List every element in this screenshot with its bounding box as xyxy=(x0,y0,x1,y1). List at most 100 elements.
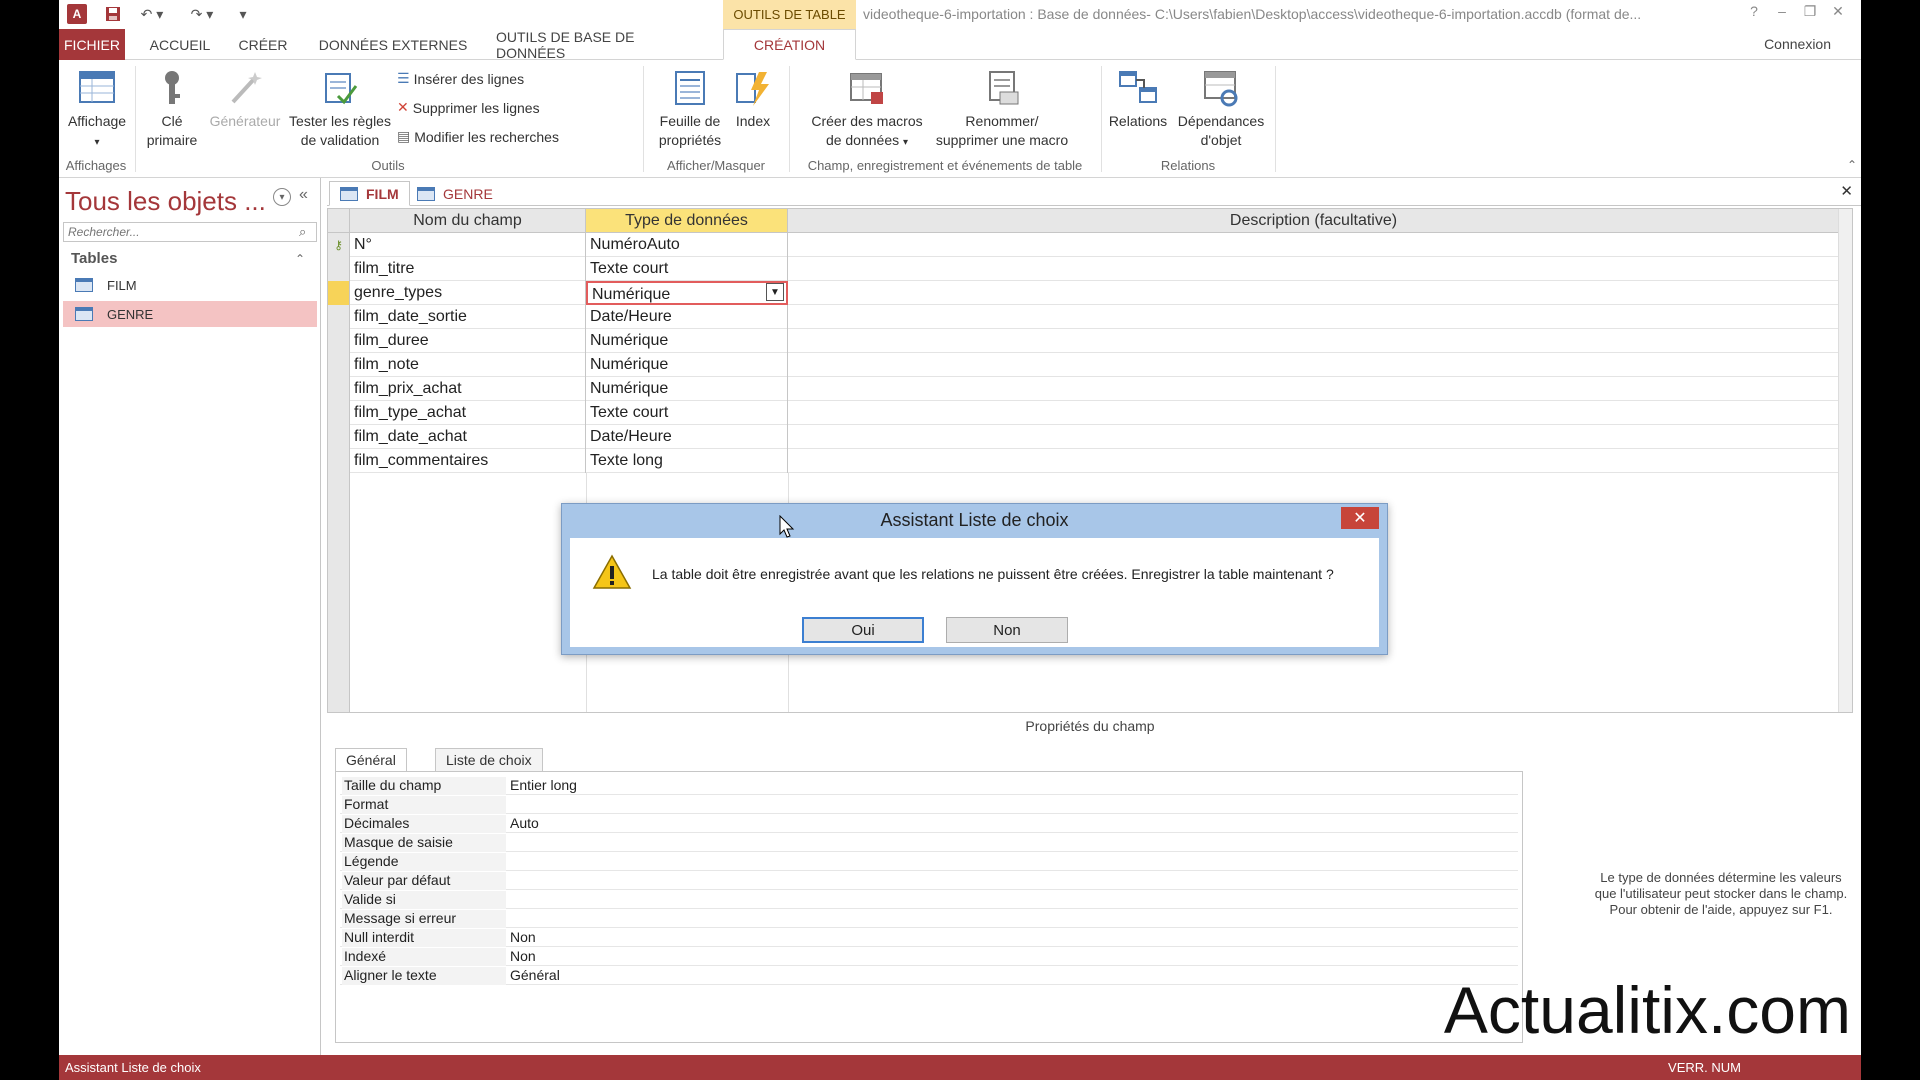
nav-item-film[interactable]: FILM xyxy=(63,272,317,298)
table-row[interactable]: film_duree Numérique xyxy=(328,329,1852,353)
property-value[interactable]: Non xyxy=(510,948,536,964)
minimize-button[interactable]: – xyxy=(1768,3,1796,19)
property-row[interactable]: Valeur par défaut xyxy=(340,871,1518,890)
data-type-cell[interactable]: Texte court xyxy=(586,401,788,425)
property-row[interactable]: Masque de saisie xyxy=(340,833,1518,852)
search-icon[interactable]: ⌕ xyxy=(299,224,306,240)
nav-item-genre[interactable]: GENRE xyxy=(63,301,317,327)
row-selector[interactable] xyxy=(328,401,350,425)
object-dependencies-button[interactable]: Dépendances d'objet xyxy=(1169,68,1273,150)
property-row[interactable]: Format xyxy=(340,795,1518,814)
property-row[interactable]: Null interdit Non xyxy=(340,928,1518,947)
tab-donnees-externes[interactable]: DONNÉES EXTERNES xyxy=(314,29,472,60)
collapse-ribbon-icon[interactable]: ⌃ xyxy=(1847,158,1857,172)
property-value[interactable]: Général xyxy=(510,967,560,983)
description-cell[interactable] xyxy=(788,257,1840,281)
table-row[interactable]: film_date_sortie Date/Heure xyxy=(328,305,1852,329)
property-row[interactable]: Indexé Non xyxy=(340,947,1518,966)
redo-icon[interactable]: ↷ ▾ xyxy=(189,4,215,24)
create-data-macros-button[interactable]: Créer des macros de données ▾ xyxy=(797,68,937,152)
tab-outils-base-donnees[interactable]: OUTILS DE BASE DE DONNÉES xyxy=(496,29,706,61)
tab-creation[interactable]: CRÉATION xyxy=(723,29,856,60)
table-row[interactable]: film_prix_achat Numérique xyxy=(328,377,1852,401)
field-name-cell[interactable]: film_duree xyxy=(350,329,586,353)
tab-general[interactable]: Général xyxy=(335,748,407,772)
property-value[interactable]: Entier long xyxy=(510,777,577,793)
table-row[interactable]: film_date_achat Date/Heure xyxy=(328,425,1852,449)
tab-fichier[interactable]: FICHIER xyxy=(59,29,125,60)
close-document-icon[interactable]: ✕ xyxy=(1840,182,1853,200)
nav-menu-chevron-icon[interactable]: ▾ xyxy=(273,188,291,206)
collapse-nav-icon[interactable]: « xyxy=(299,186,308,204)
description-cell[interactable] xyxy=(788,353,1840,377)
data-type-cell[interactable]: Texte long xyxy=(586,449,788,473)
table-row[interactable]: film_titre Texte court xyxy=(328,257,1852,281)
primary-key-button[interactable]: Clé primaire xyxy=(139,68,205,150)
property-row[interactable]: Décimales Auto xyxy=(340,814,1518,833)
field-name-cell[interactable]: film_note xyxy=(350,353,586,377)
description-cell[interactable] xyxy=(788,305,1840,329)
sign-in-link[interactable]: Connexion xyxy=(1764,36,1831,52)
table-row[interactable]: film_commentaires Texte long xyxy=(328,449,1852,473)
field-name-cell[interactable]: genre_types xyxy=(350,281,586,305)
delete-rows-button[interactable]: ✕ Supprimer les lignes xyxy=(397,99,540,116)
data-type-cell[interactable]: Date/Heure xyxy=(586,425,788,449)
property-row[interactable]: Message si erreur xyxy=(340,909,1518,928)
description-cell[interactable] xyxy=(788,329,1840,353)
field-name-cell[interactable]: film_titre xyxy=(350,257,586,281)
row-selector[interactable] xyxy=(328,257,350,281)
row-selector[interactable] xyxy=(328,377,350,401)
save-icon[interactable] xyxy=(103,4,123,24)
row-selector[interactable] xyxy=(328,449,350,473)
close-window-button[interactable]: ✕ xyxy=(1824,3,1852,20)
property-sheet-button[interactable]: Feuille de propriétés xyxy=(649,68,731,150)
tab-creer[interactable]: CRÉER xyxy=(235,29,291,60)
empty-row[interactable] xyxy=(328,665,1852,689)
property-row[interactable]: Taille du champ Entier long xyxy=(340,776,1518,795)
data-type-cell[interactable]: Numérique xyxy=(586,281,788,305)
table-row[interactable]: film_note Numérique xyxy=(328,353,1852,377)
table-row[interactable]: genre_types Numérique ▼ xyxy=(328,281,1852,305)
data-type-cell[interactable]: Numérique xyxy=(586,377,788,401)
property-value[interactable]: Auto xyxy=(510,815,539,831)
tab-accueil[interactable]: ACCUEIL xyxy=(143,29,217,60)
undo-icon[interactable]: ↶ ▾ xyxy=(139,4,165,24)
description-cell[interactable] xyxy=(788,401,1840,425)
data-type-cell[interactable]: Texte court xyxy=(586,257,788,281)
help-button[interactable]: ? xyxy=(1740,3,1768,19)
data-type-cell[interactable]: Numérique xyxy=(586,329,788,353)
no-button[interactable]: Non xyxy=(946,617,1068,643)
description-cell[interactable] xyxy=(788,233,1840,257)
restore-button[interactable]: ❐ xyxy=(1796,3,1824,20)
description-cell[interactable] xyxy=(788,425,1840,449)
data-type-cell[interactable]: NuméroAuto xyxy=(586,233,788,257)
rename-delete-macro-button[interactable]: Renommer/supprimer une macro xyxy=(927,68,1077,150)
nav-pane-title[interactable]: Tous les objets ... xyxy=(65,186,266,217)
property-row[interactable]: Aligner le texte Général xyxy=(340,966,1518,985)
doc-tab-film[interactable]: FILM xyxy=(329,181,410,206)
data-type-cell[interactable]: Numérique xyxy=(586,353,788,377)
description-cell[interactable] xyxy=(788,449,1840,473)
dropdown-arrow-icon[interactable]: ▼ xyxy=(766,283,784,301)
row-selector[interactable] xyxy=(328,329,350,353)
dialog-close-button[interactable]: ✕ xyxy=(1341,507,1379,529)
description-cell[interactable] xyxy=(788,377,1840,401)
row-selector[interactable] xyxy=(328,353,350,377)
row-selector[interactable] xyxy=(328,425,350,449)
data-type-cell[interactable]: Date/Heure xyxy=(586,305,788,329)
property-value[interactable]: Non xyxy=(510,929,536,945)
field-name-cell[interactable]: film_type_achat xyxy=(350,401,586,425)
description-cell[interactable] xyxy=(788,281,1840,305)
customize-toolbar-icon[interactable]: ▾ xyxy=(235,4,251,24)
collapse-section-icon[interactable]: ⌃ xyxy=(295,252,305,266)
tab-liste-de-choix[interactable]: Liste de choix xyxy=(435,748,543,772)
property-row[interactable]: Légende xyxy=(340,852,1518,871)
primary-key-icon[interactable]: ⚷ xyxy=(328,233,350,257)
yes-button[interactable]: Oui xyxy=(802,617,924,643)
affichage-button[interactable]: Affichage ▾ xyxy=(61,68,133,152)
table-row[interactable]: ⚷ N° NuméroAuto xyxy=(328,233,1852,257)
empty-row[interactable] xyxy=(328,689,1852,712)
row-selector[interactable] xyxy=(328,281,350,305)
table-row[interactable]: film_type_achat Texte court xyxy=(328,401,1852,425)
relationships-button[interactable]: Relations xyxy=(1105,68,1171,131)
